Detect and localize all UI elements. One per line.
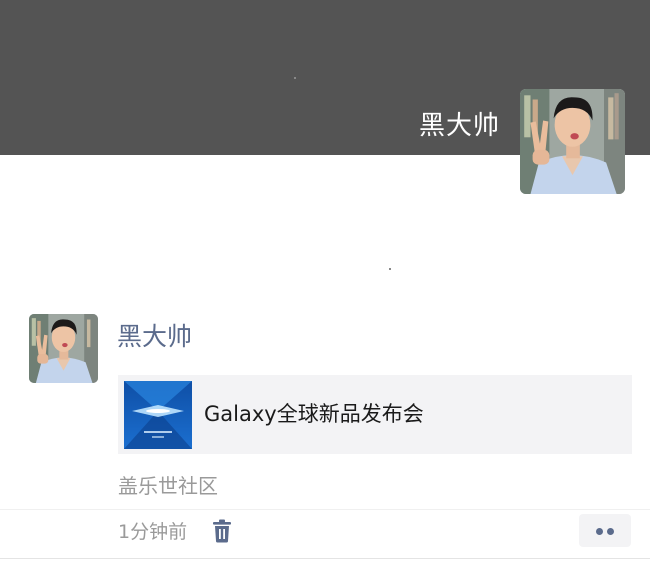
location-text[interactable]: 盖乐世社区 [118,472,218,500]
moments-page: 黑大帅 黑大帅 Galaxy全球新品发布会 盖乐世社区 1分钟前 [0,0,650,566]
more-actions-button[interactable] [579,514,631,547]
galaxy-event-thumbnail-icon [124,381,192,449]
cover-user-name[interactable]: 黑大帅 [419,108,500,144]
more-dots-icon [596,528,603,535]
link-card-title: Galaxy全球新品发布会 [204,402,424,426]
trash-icon [213,519,231,543]
user-avatar-icon [29,314,98,383]
user-avatar-icon [520,89,625,194]
divider [0,509,650,510]
more-dots-icon [607,528,614,535]
post-avatar[interactable] [29,314,98,383]
delete-button[interactable] [212,519,232,543]
bottom-divider [0,558,650,559]
cover-avatar[interactable] [520,89,625,194]
link-card[interactable]: Galaxy全球新品发布会 [118,375,632,454]
post-time: 1分钟前 [118,521,188,543]
post-user-name[interactable]: 黑大帅 [117,320,192,354]
